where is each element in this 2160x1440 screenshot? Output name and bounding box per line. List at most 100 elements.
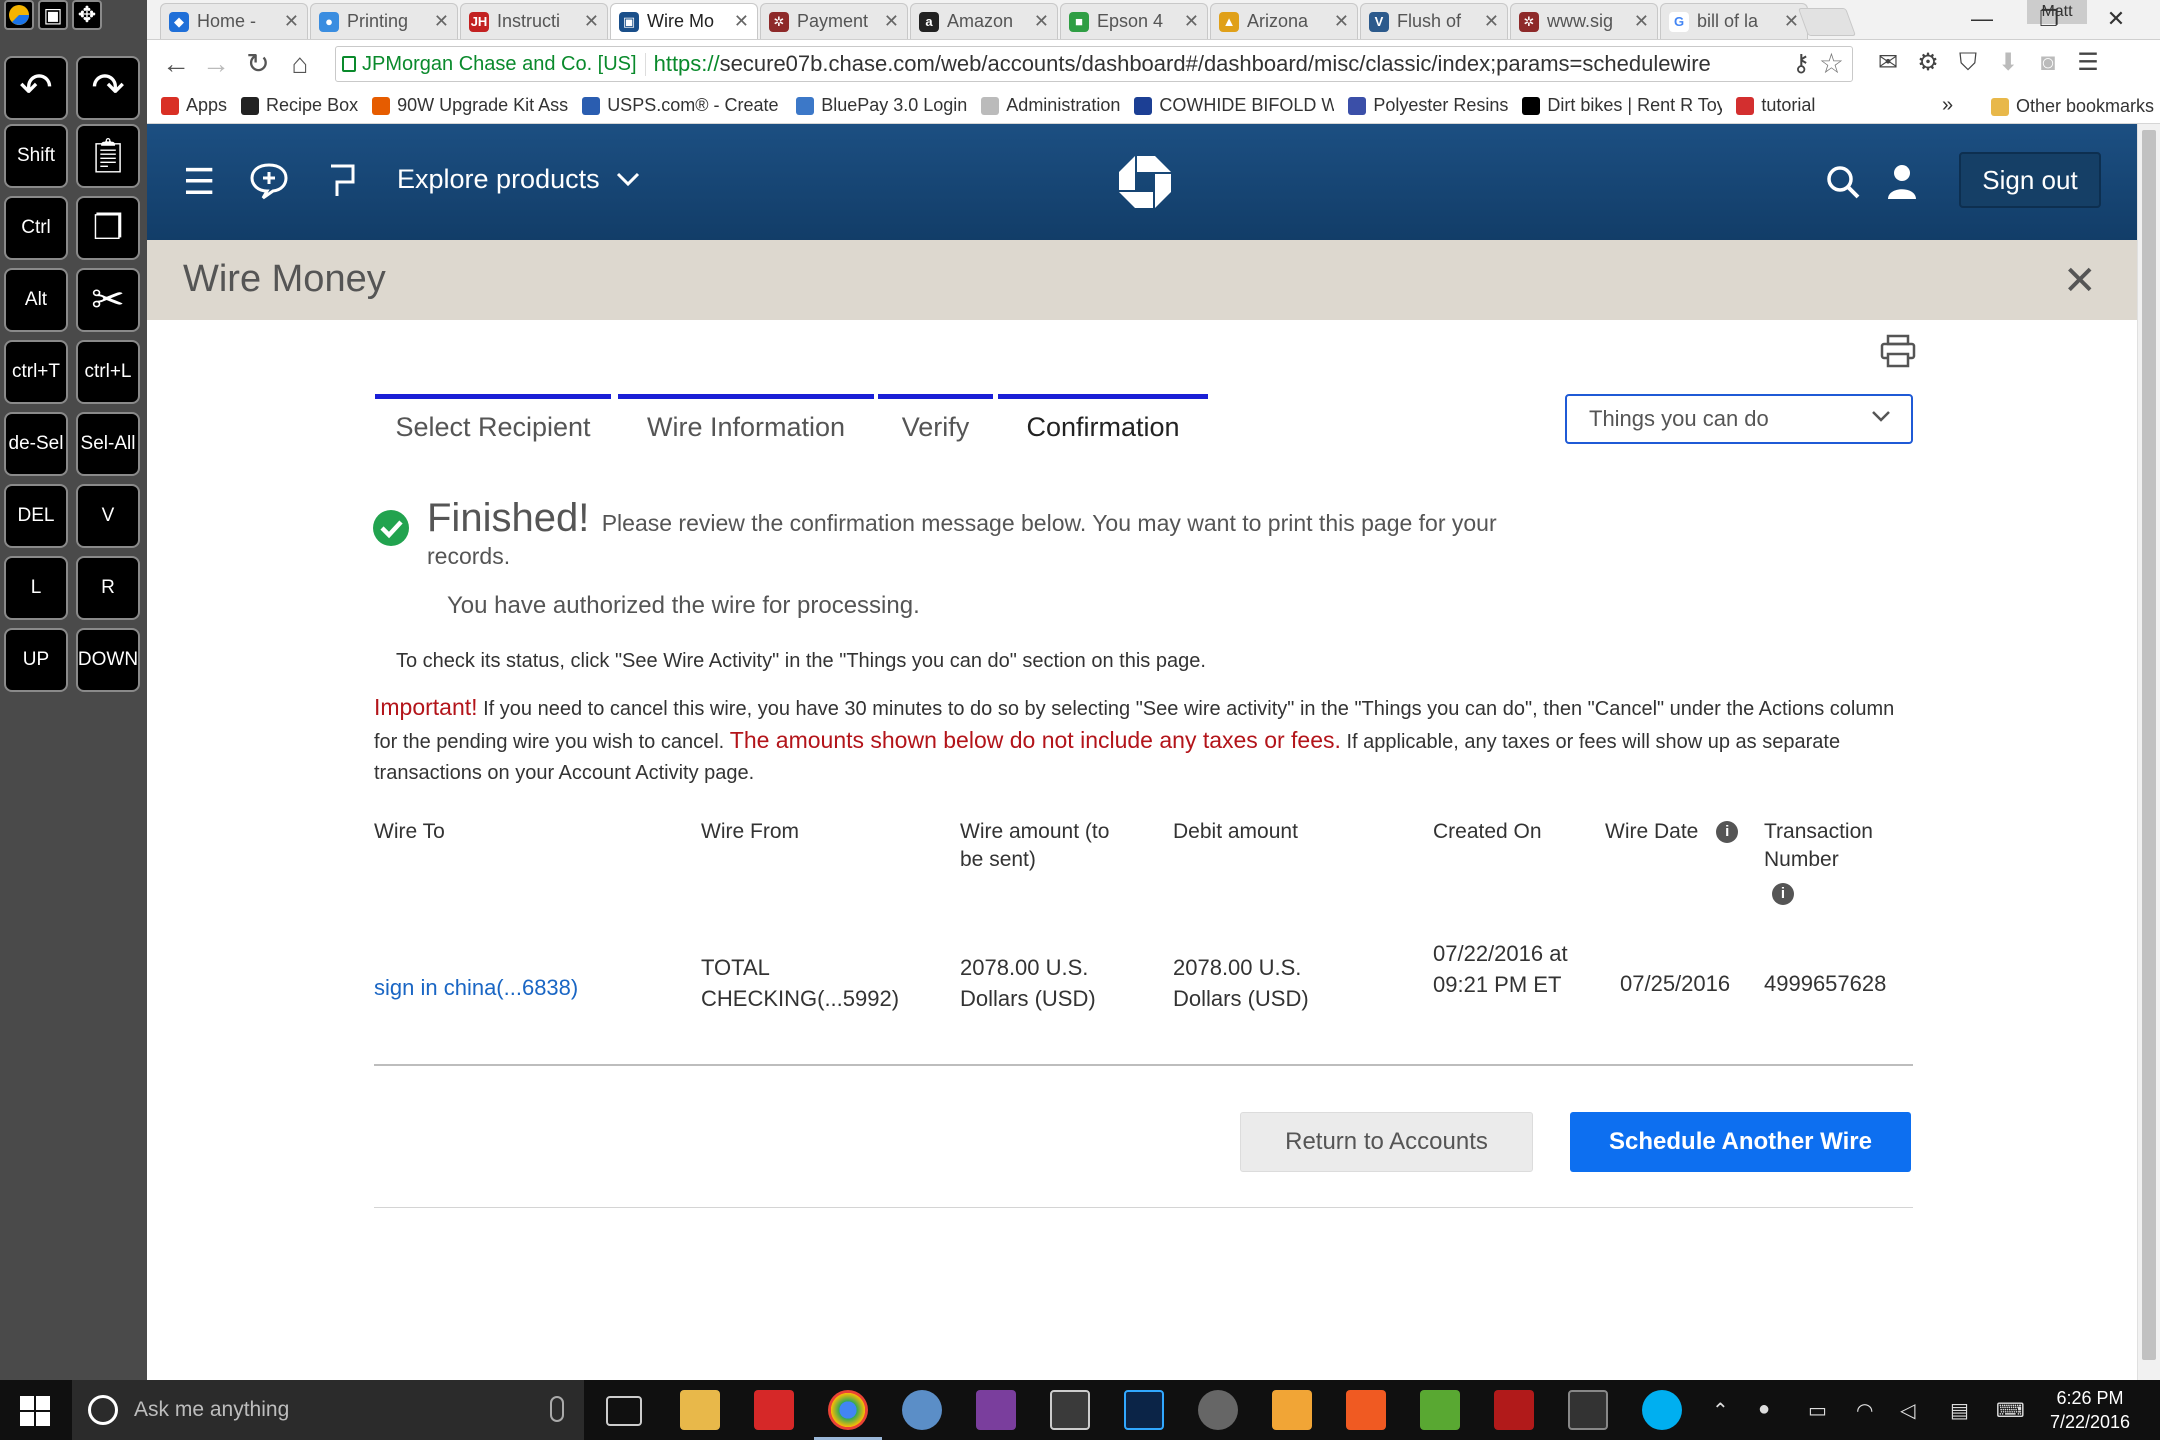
bookmark-item[interactable]: BluePay 3.0 Login (796, 95, 967, 116)
bookmark-item[interactable]: 90W Upgrade Kit Ass (372, 95, 568, 116)
notifications-icon[interactable]: ▤ (1950, 1398, 1969, 1423)
pocket-icon[interactable]: ⛉ (1953, 48, 1983, 78)
bookmark-item[interactable]: Polyester Resins (1348, 95, 1508, 116)
browser-tab[interactable]: ✲ Payment ✕ (760, 3, 908, 39)
key-ctrl-t[interactable]: ctrl+T (4, 340, 68, 404)
browser-tab[interactable]: a Amazon ✕ (910, 3, 1058, 39)
browser-tab[interactable]: ✲ www.sig ✕ (1510, 3, 1658, 39)
return-to-accounts-button[interactable]: Return to Accounts (1240, 1112, 1533, 1172)
wire-to-link[interactable]: sign in china(...6838) (374, 972, 578, 1003)
battery-icon[interactable]: ▭ (1808, 1398, 1827, 1423)
settings-gear-icon[interactable] (1198, 1390, 1238, 1430)
browser-tab[interactable]: ■ Epson 4 ✕ (1060, 3, 1208, 39)
key-v[interactable]: V (76, 484, 140, 548)
tab-close-icon[interactable]: ✕ (1634, 11, 1649, 32)
reload-icon[interactable]: ↻ (239, 45, 277, 83)
bookmark-star-icon[interactable]: ☆ (1819, 47, 1844, 80)
key-r[interactable]: R (76, 556, 140, 620)
profile-icon[interactable] (1887, 164, 1917, 206)
volume-icon[interactable]: ◁ (1900, 1398, 1915, 1423)
page-scrollbar[interactable] (2137, 124, 2160, 1380)
taskbar-clock[interactable]: 6:26 PM 7/22/2016 (2030, 1386, 2150, 1434)
explore-products-menu[interactable]: Explore products (397, 164, 640, 195)
maximize-button[interactable]: ❐ (2017, 4, 2081, 34)
redo-key-icon[interactable]: ↷ (76, 56, 140, 120)
search-icon[interactable] (1825, 164, 1861, 206)
key-shift[interactable]: Shift (4, 124, 68, 188)
address-bar[interactable]: JPMorgan Chase and Co. [US] https://secu… (335, 46, 1853, 82)
sign-out-button[interactable]: Sign out (1959, 152, 2101, 208)
cut-key-icon[interactable]: ✂ (76, 268, 140, 332)
app-logo-icon[interactable] (4, 0, 34, 30)
key-deselect[interactable]: de-Sel (4, 412, 68, 476)
tray-app-icon[interactable]: ● (1758, 1398, 1770, 1421)
chase-logo-icon[interactable] (1117, 154, 1173, 210)
bookmark-item[interactable]: Dirt bikes | Rent R Toy (1522, 95, 1722, 116)
close-window-button[interactable]: ✕ (2084, 4, 2148, 34)
key-down[interactable]: DOWN (76, 628, 140, 692)
tab-close-icon[interactable]: ✕ (1334, 11, 1349, 32)
tab-close-icon[interactable]: ✕ (884, 11, 899, 32)
key-ctrl-l[interactable]: ctrl+L (76, 340, 140, 404)
browser-tab[interactable]: V Flush of ✕ (1360, 3, 1508, 39)
things-you-can-do-dropdown[interactable]: Things you can do (1565, 394, 1913, 444)
tab-close-icon[interactable]: ✕ (584, 11, 599, 32)
other-bookmarks-folder[interactable]: Other bookmarks (1991, 96, 2154, 117)
new-tab-button[interactable] (1797, 8, 1857, 36)
tab-close-icon[interactable]: ✕ (1034, 11, 1049, 32)
more-bookmarks-chevron[interactable]: » (1942, 94, 1953, 117)
print-icon[interactable] (1880, 334, 1916, 368)
tab-close-icon[interactable]: ✕ (1484, 11, 1499, 32)
browser-tab[interactable]: ▣ Wire Mo ✕ (610, 3, 758, 39)
tab-close-icon[interactable]: ✕ (1184, 11, 1199, 32)
cortana-search-box[interactable]: Ask me anything (72, 1380, 584, 1440)
key-alt[interactable]: Alt (4, 268, 68, 332)
clipboard-key-icon[interactable]: 📋︎ (76, 124, 140, 188)
app-icon-red[interactable] (1494, 1390, 1534, 1430)
browser-tab[interactable]: ● Printing ✕ (310, 3, 458, 39)
move-icon[interactable]: ✥ (72, 0, 102, 30)
photoshop-icon[interactable] (1124, 1390, 1164, 1430)
bookmark-item[interactable]: Administration (981, 95, 1120, 116)
browser-tab[interactable]: Gbill of la ✕ (1660, 3, 1808, 39)
bookmark-item[interactable]: COWHIDE BIFOLD WA (1134, 95, 1334, 116)
windows-start-icon[interactable] (20, 1396, 50, 1426)
bookmark-item[interactable]: Recipe Box (241, 95, 358, 116)
undo-key-icon[interactable]: ↶ (4, 56, 68, 120)
schedule-another-wire-button[interactable]: Schedule Another Wire (1570, 1112, 1911, 1172)
back-arrow-icon[interactable]: ← (157, 45, 195, 83)
close-icon[interactable]: ✕ (2063, 258, 2097, 304)
info-icon[interactable]: i (1716, 821, 1739, 844)
extension-icon[interactable]: ⚙ (1913, 48, 1943, 78)
key-up[interactable]: UP (4, 628, 68, 692)
file-explorer-icon[interactable] (680, 1390, 720, 1430)
minimize-button[interactable]: — (1950, 4, 2014, 34)
windows-icon[interactable]: ▣ (38, 0, 68, 30)
key-select-all[interactable]: Sel-All (76, 412, 140, 476)
tab-close-icon[interactable]: ✕ (734, 11, 749, 32)
wifi-icon[interactable]: ◠ (1856, 1398, 1873, 1423)
bookmark-item[interactable]: USPS.com® - Create S (582, 95, 782, 116)
calculator-icon[interactable] (1050, 1390, 1090, 1430)
browser-tab[interactable]: ▲ Arizona ✕ (1210, 3, 1358, 39)
thunderbird-icon[interactable] (902, 1390, 942, 1430)
app-icon-s[interactable] (1346, 1390, 1386, 1430)
flag-icon[interactable] (327, 162, 359, 204)
home-icon[interactable]: ⌂ (281, 45, 319, 83)
camera-extension-icon[interactable]: ◙ (2033, 48, 2063, 78)
tab-close-icon[interactable]: ✕ (434, 11, 449, 32)
site-identity-chip[interactable]: JPMorgan Chase and Co. [US] (342, 52, 646, 76)
copy-key-icon[interactable]: ❐ (76, 196, 140, 260)
forward-arrow-icon[interactable]: → (197, 45, 235, 83)
skype-icon[interactable] (1642, 1390, 1682, 1430)
bookmark-item[interactable]: Apps (161, 95, 227, 116)
microphone-icon[interactable] (550, 1396, 564, 1422)
info-icon[interactable]: i (1772, 883, 1794, 906)
chat-plus-icon[interactable] (249, 162, 289, 206)
tab-close-icon[interactable]: ✕ (1784, 11, 1799, 32)
browser-tab[interactable]: ◆ Home - ✕ (160, 3, 308, 39)
keyboard-icon[interactable]: ⌨ (1996, 1398, 2025, 1423)
browser-tab[interactable]: JH Instructi ✕ (460, 3, 608, 39)
key-delete[interactable]: DEL (4, 484, 68, 548)
key-ctrl[interactable]: Ctrl (4, 196, 68, 260)
